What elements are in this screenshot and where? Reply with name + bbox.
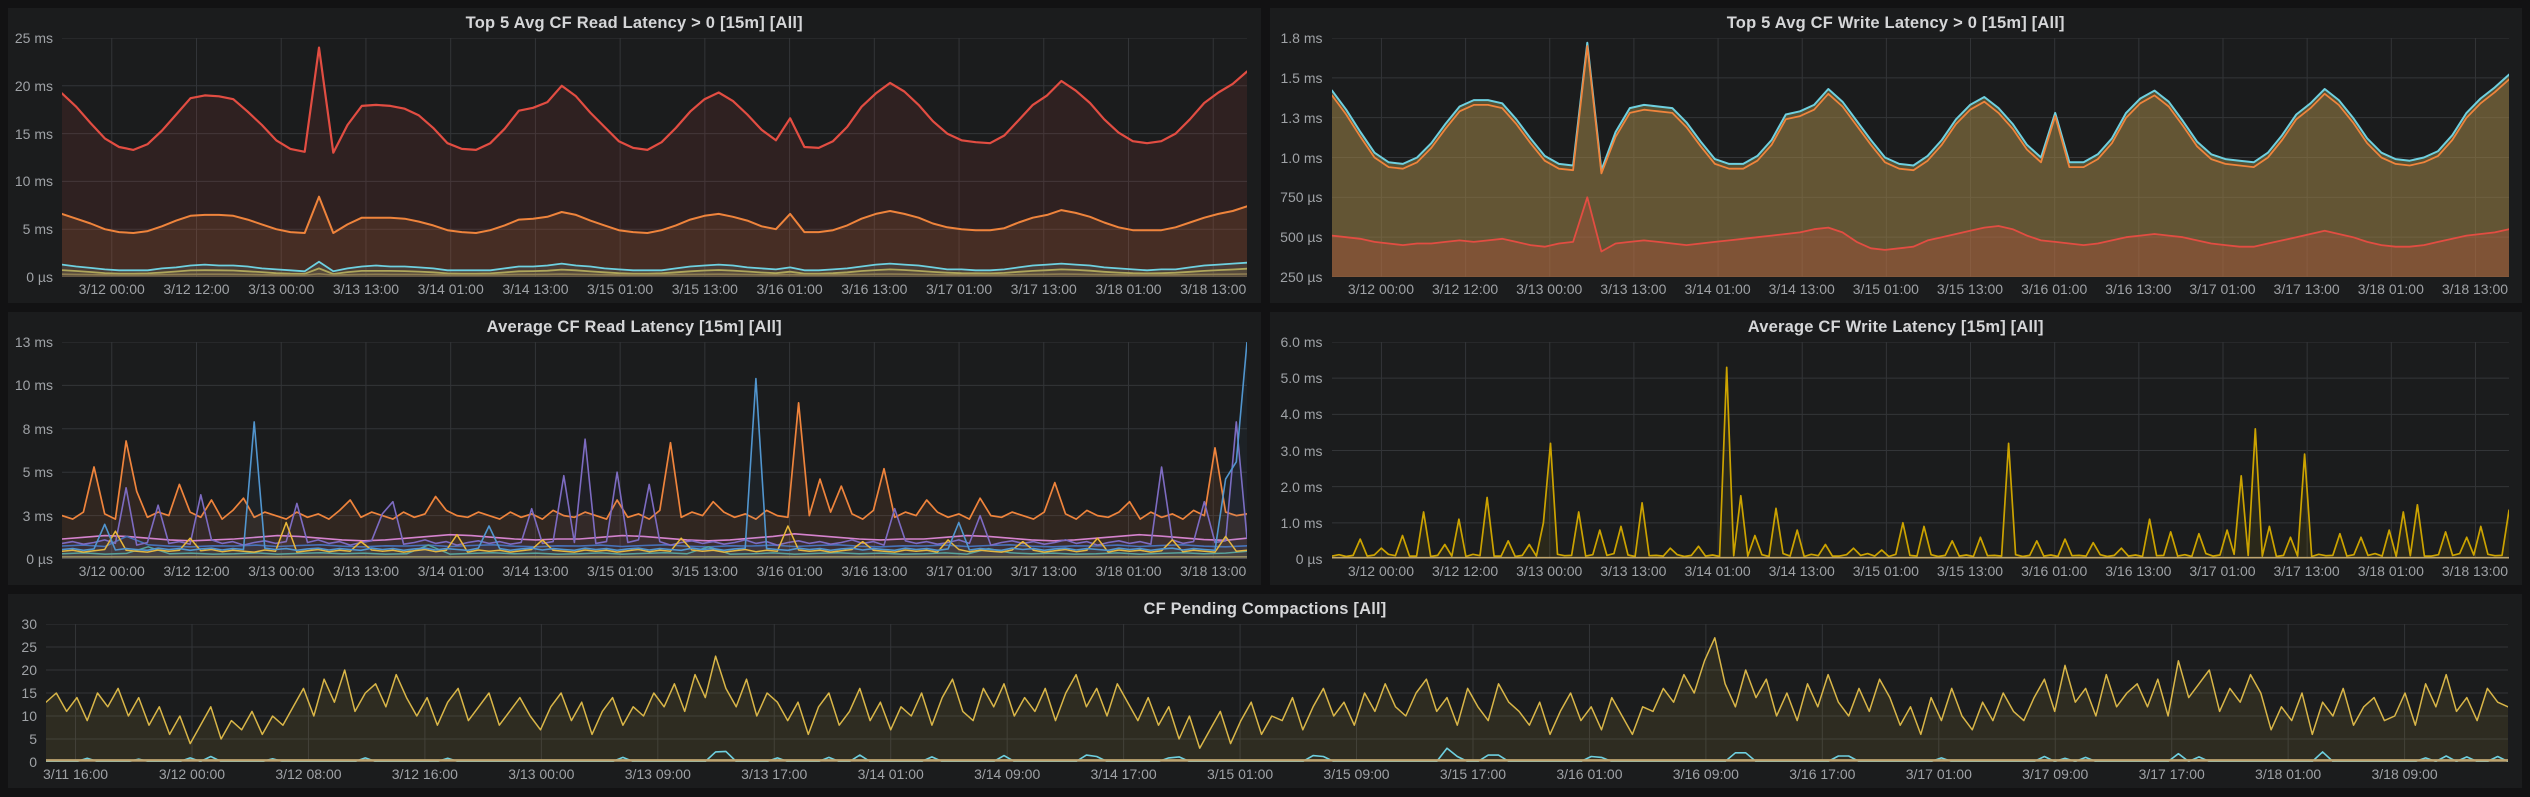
y-axis-tick-label: 3 ms xyxy=(8,508,53,524)
y-axis-tick-label: 10 ms xyxy=(8,173,53,189)
y-axis-tick-label: 20 ms xyxy=(8,78,53,94)
y-axis-tick-label: 0 µs xyxy=(8,551,53,567)
panel-pending-compactions: CF Pending Compactions [All] 30 25 20 15 10 5… xyxy=(8,594,2522,788)
y-axis-tick-label: 0 µs xyxy=(8,269,53,285)
x-axis-tick-label: 3/14 09:00 xyxy=(945,766,1069,782)
panel-title-text: Top 5 Avg CF Read Latency > 0 [15m] [All… xyxy=(466,14,803,32)
x-axis-tick-label: 3/13 00:00 xyxy=(479,766,603,782)
plot-area-top5-write-latency[interactable] xyxy=(1332,38,2509,277)
y-axis-tick-label: 500 µs xyxy=(1270,229,1323,245)
y-axis-tick-label: 250 µs xyxy=(1270,269,1323,285)
y-axis-tick-label: 5.0 ms xyxy=(1270,370,1323,386)
x-axis-tick-label: 3/12 00:00 xyxy=(130,766,254,782)
panel-title-avg-write-latency[interactable]: Average CF Write Latency [15m] [All] xyxy=(1270,312,2523,342)
panel-title-text: Top 5 Avg CF Write Latency > 0 [15m] [Al… xyxy=(1727,14,2065,32)
plot-area-avg-read-latency[interactable] xyxy=(62,342,1247,559)
panel-title-top5-read-latency[interactable]: Top 5 Avg CF Read Latency > 0 [15m] [All… xyxy=(8,8,1261,38)
x-axis-tick-label: 3/12 16:00 xyxy=(363,766,487,782)
x-axis-tick-label: 3/15 01:00 xyxy=(1178,766,1302,782)
x-axis-tick-label: 3/18 13:00 xyxy=(2413,281,2522,297)
y-axis-tick-label: 4.0 ms xyxy=(1270,406,1323,422)
x-axis-tick-label: 3/14 01:00 xyxy=(829,766,953,782)
panel-title-avg-read-latency[interactable]: Average CF Read Latency [15m] [All] xyxy=(8,312,1261,342)
y-axis-tick-label: 750 µs xyxy=(1270,189,1323,205)
panel-avg-read-latency: Average CF Read Latency [15m] [All] 13 m… xyxy=(8,312,1261,585)
panel-title-text: Average CF Read Latency [15m] [All] xyxy=(487,318,782,336)
x-axis-tick-label: 3/16 09:00 xyxy=(1644,766,1768,782)
panel-top5-read-latency: Top 5 Avg CF Read Latency > 0 [15m] [All… xyxy=(8,8,1261,303)
panel-top5-write-latency: Top 5 Avg CF Write Latency > 0 [15m] [Al… xyxy=(1270,8,2523,303)
x-axis-tick-label: 3/14 17:00 xyxy=(1062,766,1186,782)
panel-title-top5-write-latency[interactable]: Top 5 Avg CF Write Latency > 0 [15m] [Al… xyxy=(1270,8,2523,38)
x-axis-tick-label: 3/18 13:00 xyxy=(1151,281,1260,297)
y-axis-tick-label: 1.0 ms xyxy=(1270,150,1323,166)
chart-canvas[interactable] xyxy=(46,624,2508,762)
x-axis-tick-label: 3/17 01:00 xyxy=(1877,766,2001,782)
x-axis-tick-label: 3/17 17:00 xyxy=(2110,766,2234,782)
x-axis-tick-label: 3/16 01:00 xyxy=(1527,766,1651,782)
y-axis-tick-label: 20 xyxy=(8,662,37,678)
y-axis-tick-label: 25 ms xyxy=(8,30,53,46)
y-axis-tick-label: 15 ms xyxy=(8,126,53,142)
y-axis-tick-label: 2.0 ms xyxy=(1270,479,1323,495)
x-axis-tick-label: 3/16 17:00 xyxy=(1760,766,1884,782)
y-axis-tick-label: 1.3 ms xyxy=(1270,110,1323,126)
y-axis-tick-label: 25 xyxy=(8,639,37,655)
series-write-latency-gold xyxy=(1332,367,2509,556)
y-axis-tick-label: 0 µs xyxy=(1270,551,1323,567)
y-axis-tick-label: 1.5 ms xyxy=(1270,70,1323,86)
y-axis-tick-label: 5 ms xyxy=(8,221,53,237)
x-axis-tick-label: 3/11 16:00 xyxy=(14,766,138,782)
panel-title-text: Average CF Write Latency [15m] [All] xyxy=(1748,318,2044,336)
grafana-dashboard: Top 5 Avg CF Read Latency > 0 [15m] [All… xyxy=(0,0,2530,797)
chart-canvas[interactable] xyxy=(1332,342,2509,559)
x-axis-tick-label: 3/15 09:00 xyxy=(1295,766,1419,782)
y-axis-tick-label: 13 ms xyxy=(8,334,53,350)
panel-avg-write-latency: Average CF Write Latency [15m] [All] 6.0… xyxy=(1270,312,2523,585)
chart-canvas[interactable] xyxy=(62,38,1247,277)
plot-area-pending-compactions[interactable] xyxy=(46,624,2508,762)
x-axis-tick-label: 3/18 13:00 xyxy=(2413,563,2522,579)
x-axis-tick-label: 3/18 01:00 xyxy=(2226,766,2350,782)
y-axis-tick-label: 6.0 ms xyxy=(1270,334,1323,350)
y-axis-tick-label: 15 xyxy=(8,685,37,701)
panel-title-text: CF Pending Compactions [All] xyxy=(1143,600,1386,618)
x-axis-tick-label: 3/15 17:00 xyxy=(1411,766,1535,782)
x-axis-tick-label: 3/18 13:00 xyxy=(1151,563,1260,579)
x-axis-tick-label: 3/13 17:00 xyxy=(712,766,836,782)
y-axis-tick-label: 30 xyxy=(8,616,37,632)
chart-canvas[interactable] xyxy=(62,342,1247,559)
y-axis-tick-label: 1.8 ms xyxy=(1270,30,1323,46)
plot-area-top5-read-latency[interactable] xyxy=(62,38,1247,277)
y-axis-tick-label: 5 xyxy=(8,731,37,747)
x-axis-tick-label: 3/17 09:00 xyxy=(1993,766,2117,782)
x-axis-tick-label: 3/13 09:00 xyxy=(596,766,720,782)
x-axis-tick-label: 3/12 08:00 xyxy=(246,766,370,782)
y-axis-tick-label: 8 ms xyxy=(8,421,53,437)
plot-area-avg-write-latency[interactable] xyxy=(1332,342,2509,559)
y-axis-tick-label: 1.0 ms xyxy=(1270,515,1323,531)
x-axis-tick-label: 3/18 09:00 xyxy=(2343,766,2467,782)
chart-canvas[interactable] xyxy=(1332,38,2509,277)
y-axis-tick-label: 3.0 ms xyxy=(1270,443,1323,459)
y-axis-tick-label: 10 ms xyxy=(8,377,53,393)
y-axis-tick-label: 10 xyxy=(8,708,37,724)
y-axis-tick-label: 5 ms xyxy=(8,464,53,480)
series-cf-orange xyxy=(62,403,1247,519)
panel-title-pending-compactions[interactable]: CF Pending Compactions [All] xyxy=(8,594,2522,624)
